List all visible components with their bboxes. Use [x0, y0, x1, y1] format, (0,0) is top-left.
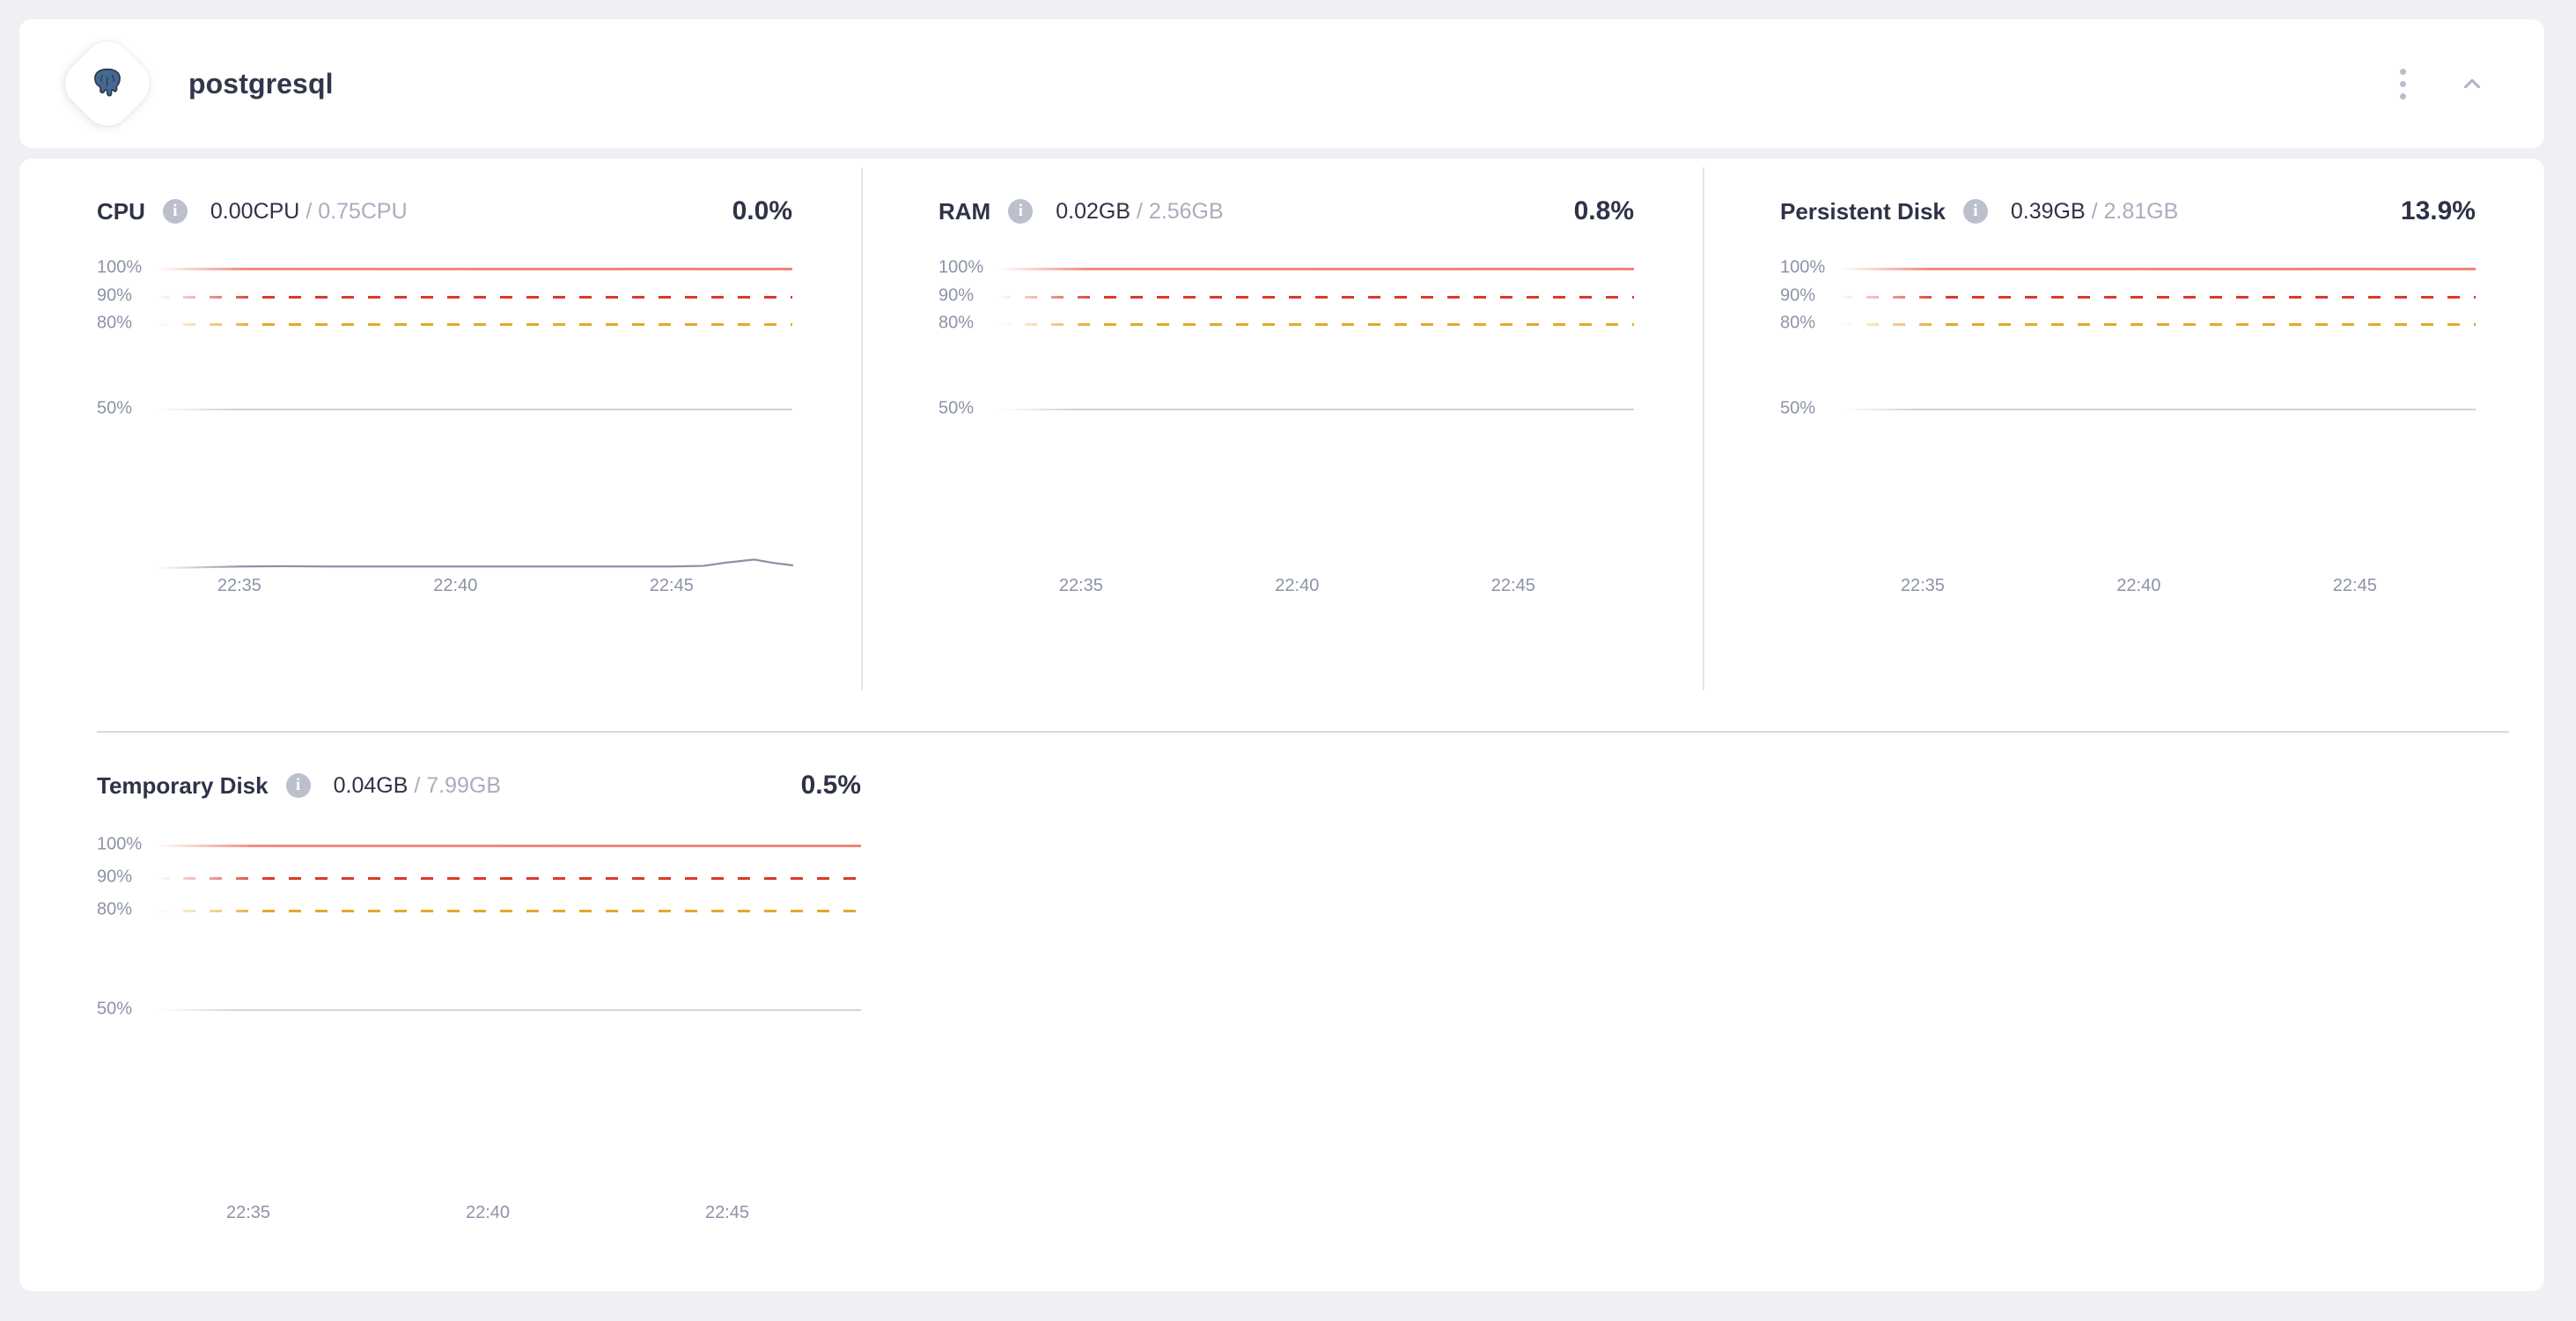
usage-used: 0.04GB [333, 772, 408, 798]
y-tick-label: 80% [97, 899, 133, 919]
postgresql-elephant-icon [55, 31, 160, 137]
x-axis: 22:35 22:40 22:45 [157, 1203, 861, 1238]
usage-limit: 0.75CPU [318, 198, 408, 224]
x-tick-label: 22:45 [649, 576, 694, 595]
usage-readout: 0.02GB / 2.56GB [1056, 199, 1223, 225]
x-axis: 22:35 22:40 22:45 [998, 576, 1634, 611]
chart-plot: 100% 90% 80% 50% [1780, 248, 2476, 569]
y-tick-label: 80% [938, 313, 975, 333]
panel-title: CPU [97, 197, 145, 225]
y-tick-label: 80% [1780, 313, 1816, 333]
usage-separator: / [305, 198, 313, 224]
metric-panel-cpu: CPU i 0.00CPU / 0.75CPU 0.0% 100% 90% 80… [19, 159, 861, 731]
y-tick-label: 100% [938, 257, 984, 277]
metric-chart-persistent-disk: 100% 90% 80% 50% 22:35 22:40 22:45 [1780, 248, 2476, 618]
series-line [157, 823, 861, 1196]
kebab-dot [2399, 68, 2406, 75]
usage-percent: 0.0% [732, 196, 792, 225]
series-line [157, 248, 792, 569]
chevron-up-icon[interactable] [2455, 66, 2490, 101]
usage-limit: 2.56GB [1148, 198, 1224, 224]
metrics-row-bottom: Temporary Disk i 0.04GB / 7.99GB 0.5% 10… [19, 733, 2544, 1279]
usage-readout: 0.04GB / 7.99GB [334, 773, 501, 799]
usage-used: 0.02GB [1056, 198, 1130, 224]
y-tick-label: 100% [1780, 257, 1826, 277]
y-tick-label: 100% [97, 834, 143, 854]
x-tick-label: 22:35 [1058, 576, 1103, 595]
x-tick-label: 22:35 [1900, 576, 1945, 595]
y-tick-label: 50% [1780, 398, 1816, 418]
panel-header: RAM i 0.02GB / 2.56GB 0.8% [938, 194, 1634, 229]
x-tick-label: 22:45 [1490, 576, 1535, 595]
series-line [1840, 248, 2476, 569]
panel-header: CPU i 0.00CPU / 0.75CPU 0.0% [97, 194, 792, 229]
panel-title: RAM [938, 197, 991, 225]
x-tick-label: 22:40 [465, 1203, 511, 1222]
page-title: postgresql [188, 67, 334, 100]
postgresql-elephant-glyph [85, 61, 130, 107]
panel-title: Temporary Disk [97, 771, 269, 799]
metric-chart-cpu: 100% 90% 80% 50% 22:35 22:40 22:45 [97, 248, 792, 618]
chart-plot: 100% 90% 80% 50% [97, 248, 792, 569]
info-icon[interactable]: i [162, 199, 188, 224]
panel-header: Persistent Disk i 0.39GB / 2.81GB 13.9% [1780, 194, 2476, 229]
x-tick-label: 22:45 [704, 1203, 750, 1222]
header-actions [2388, 66, 2490, 101]
info-icon[interactable]: i [1962, 199, 1988, 224]
metric-chart-temporary-disk: 100% 90% 80% 50% 22:35 22:40 22:45 [97, 823, 861, 1245]
metrics-page: postgresql CPU i 0.00CPU / 0.75CPU 0.0% … [0, 0, 2576, 1321]
y-tick-label: 50% [938, 398, 975, 418]
usage-limit: 2.81GB [2103, 198, 2179, 224]
series-line [998, 248, 1634, 569]
service-header-card: postgresql [19, 19, 2544, 148]
usage-percent: 0.5% [800, 771, 861, 800]
x-tick-label: 22:40 [433, 576, 478, 595]
y-tick-label: 90% [938, 285, 975, 305]
y-tick-label: 90% [1780, 285, 1816, 305]
y-tick-label: 50% [97, 398, 133, 418]
x-axis: 22:35 22:40 22:45 [1840, 576, 2476, 611]
x-tick-label: 22:35 [225, 1203, 271, 1222]
y-tick-label: 90% [97, 867, 133, 887]
y-tick-label: 90% [97, 285, 133, 305]
usage-limit: 7.99GB [426, 772, 502, 798]
y-tick-label: 50% [97, 999, 133, 1019]
metrics-row-top: CPU i 0.00CPU / 0.75CPU 0.0% 100% 90% 80… [19, 159, 2544, 731]
y-tick-label: 80% [97, 313, 133, 333]
metric-panel-ram: RAM i 0.02GB / 2.56GB 0.8% 100% 90% 80% [861, 159, 1703, 731]
metrics-body-card: CPU i 0.00CPU / 0.75CPU 0.0% 100% 90% 80… [19, 159, 2544, 1291]
panel-header: Temporary Disk i 0.04GB / 7.99GB 0.5% [97, 768, 861, 803]
usage-separator: / [414, 772, 421, 798]
chart-plot: 100% 90% 80% 50% [938, 248, 1634, 569]
info-icon[interactable]: i [285, 773, 311, 798]
kebab-dot [2399, 92, 2406, 100]
usage-percent: 13.9% [2400, 196, 2476, 225]
usage-readout: 0.39GB / 2.81GB [2011, 199, 2178, 225]
chart-plot: 100% 90% 80% 50% [97, 823, 861, 1196]
usage-readout: 0.00CPU / 0.75CPU [210, 199, 408, 225]
x-tick-label: 22:35 [217, 576, 261, 595]
info-icon[interactable]: i [1008, 199, 1034, 224]
usage-used: 0.39GB [2010, 198, 2086, 224]
metric-panel-temporary-disk: Temporary Disk i 0.04GB / 7.99GB 0.5% 10… [19, 733, 861, 1279]
x-axis: 22:35 22:40 22:45 [157, 576, 792, 611]
x-tick-label: 22:40 [1275, 576, 1320, 595]
usage-percent: 0.8% [1573, 196, 1634, 225]
usage-used: 0.00CPU [210, 198, 300, 224]
panel-title: Persistent Disk [1780, 197, 1946, 225]
metric-panel-persistent-disk: Persistent Disk i 0.39GB / 2.81GB 13.9% … [1703, 159, 2544, 731]
usage-separator: / [1136, 198, 1143, 224]
y-tick-label: 100% [97, 257, 143, 277]
usage-separator: / [2091, 198, 2098, 224]
kebab-dot [2399, 80, 2406, 87]
x-tick-label: 22:45 [2332, 576, 2377, 595]
x-tick-label: 22:40 [2116, 576, 2161, 595]
metric-chart-ram: 100% 90% 80% 50% 22:35 22:40 22:45 [938, 248, 1634, 618]
kebab-menu-icon[interactable] [2388, 66, 2418, 101]
